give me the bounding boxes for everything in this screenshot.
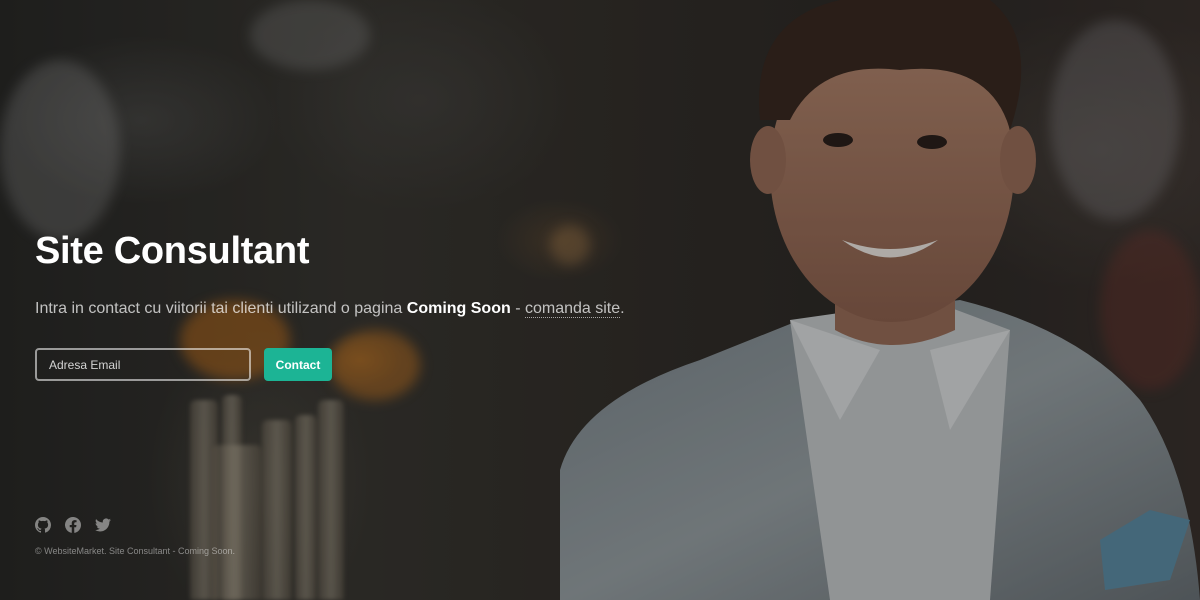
hero-background: Site Consultant Intra in contact cu viit…: [0, 0, 1200, 600]
order-site-link[interactable]: comanda site: [524, 300, 621, 318]
subtitle-highlight: Coming Soon: [406, 300, 511, 317]
contact-form: Contact: [35, 348, 332, 381]
contact-button[interactable]: Contact: [264, 348, 332, 381]
twitter-link[interactable]: [95, 517, 111, 533]
page-title: Site Consultant: [35, 230, 310, 272]
subtitle-separator: -: [515, 300, 521, 317]
hero-content: Site Consultant Intra in contact cu viit…: [35, 0, 735, 600]
twitter-icon: [95, 518, 111, 532]
page-subtitle: Intra in contact cu viitorii tai clienti…: [35, 300, 625, 318]
github-icon: [35, 517, 52, 533]
subtitle-text: Intra in contact cu viitorii tai clienti…: [35, 300, 403, 317]
subtitle-period: .: [620, 300, 625, 317]
facebook-icon: [65, 516, 81, 533]
copyright-text: © WebsiteMarket. Site Consultant - Comin…: [35, 546, 236, 556]
email-field[interactable]: [35, 348, 251, 381]
facebook-link[interactable]: [65, 516, 81, 533]
github-link[interactable]: [35, 517, 52, 533]
social-links: [35, 516, 111, 533]
